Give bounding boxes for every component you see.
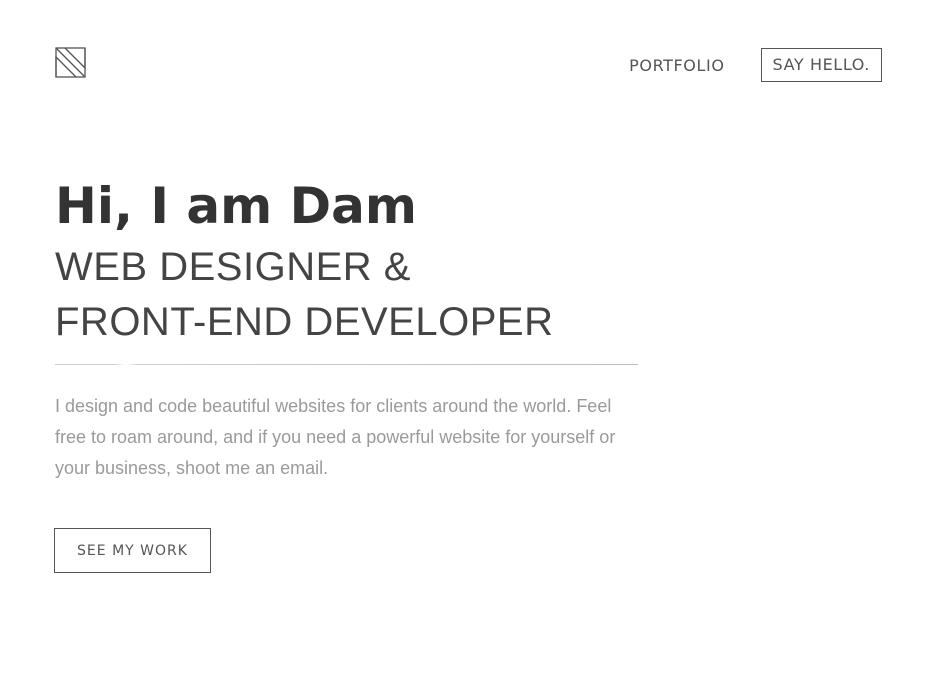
hero-subtitle-line-2: FRONT-END DEVELOPER bbox=[55, 300, 554, 344]
main-nav: PORTFOLIO SAY HELLO. bbox=[629, 48, 882, 82]
monogram-logo-icon[interactable] bbox=[55, 47, 86, 78]
hero-divider bbox=[55, 364, 638, 365]
nav-portfolio-link[interactable]: PORTFOLIO bbox=[629, 56, 724, 75]
hero-title: Hi, I am Dam bbox=[55, 177, 417, 235]
hero-intro-text: I design and code beautiful websites for… bbox=[55, 396, 616, 478]
hero-section: Hi, I am Dam WEB DESIGNER & FRONT-END DE… bbox=[55, 176, 655, 484]
see-my-work-button[interactable]: SEE MY WORK bbox=[54, 528, 211, 573]
hero-subtitle: WEB DESIGNER & FRONT-END DEVELOPER bbox=[55, 240, 655, 350]
hero-intro: I design and code beautiful websites for… bbox=[55, 391, 630, 484]
hero-subtitle-line-1: WEB DESIGNER & bbox=[55, 245, 411, 289]
say-hello-button[interactable]: SAY HELLO. bbox=[760, 48, 882, 82]
